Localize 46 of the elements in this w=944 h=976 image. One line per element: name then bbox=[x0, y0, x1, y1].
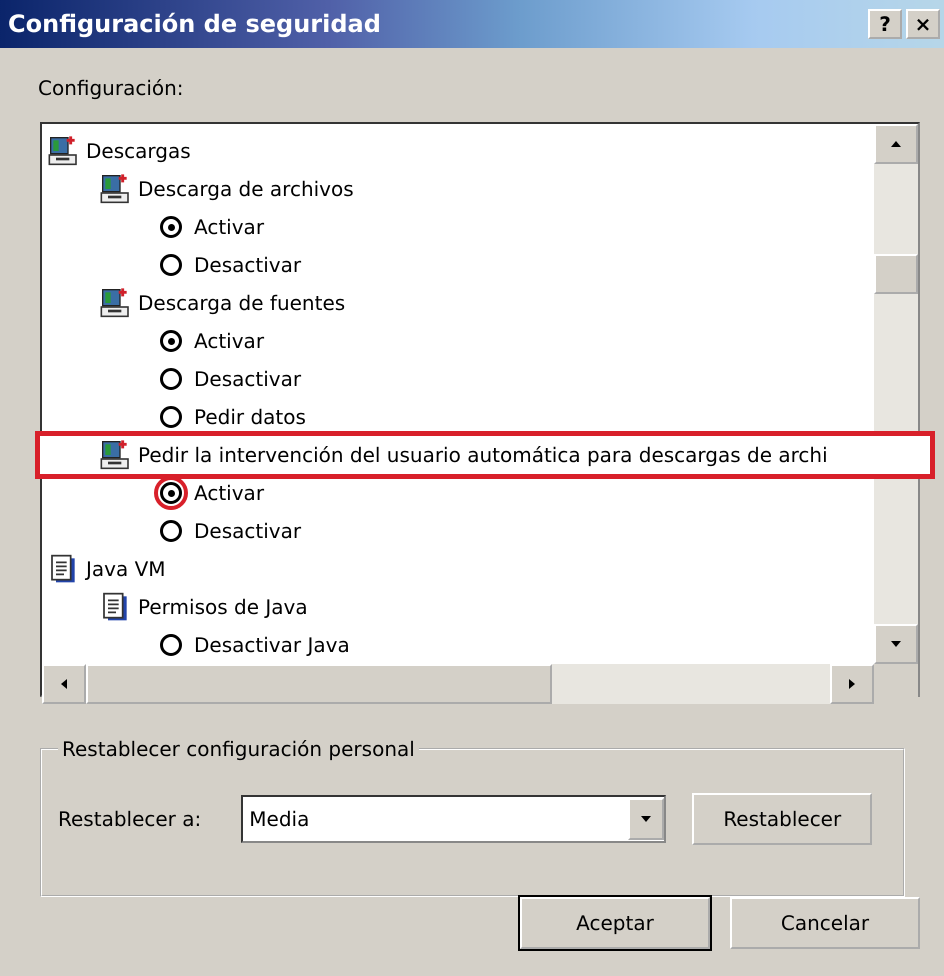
close-button[interactable]: × bbox=[906, 9, 940, 39]
scroll-thumb[interactable] bbox=[86, 664, 552, 704]
reset-level-dropdown[interactable]: Media bbox=[241, 795, 666, 843]
radio-button[interactable] bbox=[160, 330, 182, 352]
tree-item-label: Descarga de archivos bbox=[138, 177, 354, 201]
radio-label[interactable]: Desactivar Java bbox=[194, 633, 350, 657]
radio-button[interactable] bbox=[160, 216, 182, 238]
radio-label[interactable]: Desactivar bbox=[194, 519, 302, 543]
down-arrow-icon bbox=[891, 641, 901, 647]
right-arrow-icon bbox=[849, 679, 855, 689]
radio-label[interactable]: Desactivar bbox=[194, 367, 302, 391]
radio-button[interactable] bbox=[160, 482, 182, 504]
radio-label[interactable]: Desactivar bbox=[194, 253, 302, 277]
tree-item-label: Pedir la intervención del usuario automática para descargas de archi bbox=[138, 443, 828, 467]
tree-item-label: Descargas bbox=[86, 139, 191, 163]
computer-icon bbox=[100, 173, 132, 205]
reset-label: Restablecer a: bbox=[58, 807, 202, 831]
radio-button[interactable] bbox=[160, 634, 182, 656]
radio-label[interactable]: Activar bbox=[194, 329, 264, 353]
radio-button[interactable] bbox=[160, 406, 182, 428]
help-button[interactable]: ? bbox=[868, 9, 902, 39]
settings-label: Configuración: bbox=[38, 76, 185, 102]
radio-button[interactable] bbox=[160, 254, 182, 276]
up-arrow-icon bbox=[891, 141, 901, 147]
reset-button[interactable]: Restablecer bbox=[692, 793, 872, 845]
dropdown-arrow-icon bbox=[641, 816, 652, 822]
tree-item-label: Permisos de Java bbox=[138, 595, 308, 619]
radio-label[interactable]: Activar bbox=[194, 215, 264, 239]
vertical-scrollbar[interactable] bbox=[874, 124, 918, 664]
window-title: Configuración de seguridad bbox=[8, 10, 381, 38]
tree-item-label: Descarga de fuentes bbox=[138, 291, 346, 315]
scroll-thumb[interactable] bbox=[874, 254, 918, 294]
computer-icon bbox=[100, 439, 132, 471]
radio-button[interactable] bbox=[160, 368, 182, 390]
radio-label[interactable]: Activar bbox=[194, 481, 264, 505]
highlighted-tree-item[interactable]: Pedir la intervención del usuario automática para descargas de archi bbox=[40, 436, 930, 474]
horizontal-scrollbar[interactable] bbox=[42, 664, 874, 704]
computer-icon bbox=[48, 135, 80, 167]
radio-label[interactable]: Pedir datos bbox=[194, 405, 306, 429]
left-arrow-icon bbox=[61, 679, 67, 689]
radio-button[interactable] bbox=[160, 520, 182, 542]
tree-item-label: Java VM bbox=[86, 557, 166, 581]
computer-icon bbox=[100, 287, 132, 319]
group-title: Restablecer configuración personal bbox=[61, 737, 416, 761]
accept-button[interactable]: Aceptar bbox=[520, 897, 710, 949]
cancel-button[interactable]: Cancelar bbox=[730, 897, 920, 949]
